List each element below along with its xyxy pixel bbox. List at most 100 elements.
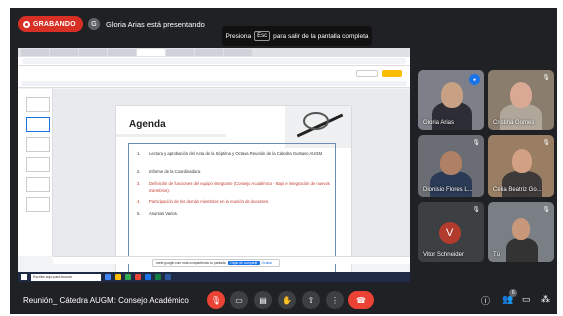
presenter-avatar: G	[88, 18, 100, 30]
agenda-box: 1. Lectura y aprobación del Acta de la S…	[128, 143, 336, 273]
browser-tab	[21, 49, 49, 56]
end-call-button[interactable]: ☎	[348, 291, 374, 309]
agenda-text: Asuntos Varios.	[149, 211, 179, 216]
participant-video	[440, 151, 462, 175]
slide-thumbnail	[26, 137, 50, 152]
chat-button[interactable]: ▭	[522, 294, 531, 305]
mic-off-icon: 🎙	[542, 207, 550, 213]
participant-name: Célia Beatriz Go...	[493, 187, 542, 193]
agenda-number: 1.	[137, 151, 141, 156]
participant-name: Vitor Schneider	[423, 252, 464, 258]
taskbar-app-icon	[105, 274, 111, 280]
hint-text-before: Presiona	[225, 32, 252, 40]
agenda-item: 2. Informe de la Coordinadora.	[137, 168, 333, 175]
people-button[interactable]: 👥 6	[502, 289, 518, 305]
agenda-number: 3.	[137, 181, 141, 186]
recording-indicator[interactable]: GRABANDO	[18, 16, 83, 32]
agenda-item: 3. Definición de funciones del equipo in…	[137, 180, 333, 194]
slide-title: Agenda	[129, 119, 166, 130]
agenda-text: Lectura y aprobación del Acta de la Sépt…	[149, 151, 324, 156]
slide-thumbnail-selected	[26, 117, 50, 132]
taskbar-app-icon	[135, 274, 141, 280]
chat-icon: ▭	[522, 294, 531, 304]
stop-sharing-button: Dejar de compartir	[228, 261, 260, 265]
title-band	[116, 134, 226, 137]
present-button[interactable]: ⇧	[302, 291, 320, 309]
presenter-banner: G Gloria Arias está presentando	[88, 16, 205, 32]
taskbar-app-icon	[145, 274, 151, 280]
hide-notice-button: Ocultar	[261, 261, 273, 265]
agenda-item: 1. Lectura y aprobación del Acta de la S…	[137, 150, 333, 157]
participant-name: Gloria Arias	[423, 120, 455, 126]
participant-video	[441, 82, 463, 108]
taskbar-app-icon	[125, 274, 131, 280]
agenda-item: 4. Participación de los demás miembros e…	[137, 198, 333, 205]
browser-tab-active	[137, 49, 165, 56]
mic-off-icon: 🎙	[472, 140, 480, 146]
shared-screen: Agenda 1. Lectura y aprobación del Acta …	[18, 48, 410, 282]
windows-taskbar: Escribe aquí para buscar	[18, 272, 410, 282]
agenda-number: 2.	[137, 169, 141, 174]
participant-name: Tú	[493, 252, 501, 258]
participant-tile[interactable]: V 🎙 Vitor Schneider	[418, 202, 484, 262]
browser-tab	[50, 49, 78, 56]
mic-button[interactable]: 🎙	[207, 291, 225, 309]
windows-start-icon	[21, 274, 27, 280]
mic-off-icon: 🎙	[210, 295, 222, 305]
info-icon: ⓘ	[481, 296, 491, 306]
browser-tab-bar	[18, 48, 410, 57]
record-icon	[23, 20, 30, 28]
slide-thumbnail	[26, 197, 50, 212]
participant-tile[interactable]: 🎙 Célia Beatriz Go...	[488, 135, 554, 197]
agenda-item: 5. Asuntos Varios.	[137, 210, 333, 217]
recording-label: GRABANDO	[33, 20, 76, 28]
browser-tab	[224, 49, 252, 56]
participant-video	[502, 171, 542, 197]
slide-thumbnail	[26, 97, 50, 112]
mic-off-icon: 🎙	[542, 75, 550, 81]
esc-key: Esc	[254, 31, 271, 41]
meeting-title: Reunión_ Cátedra AUGM: Consejo Académico	[23, 296, 189, 305]
captions-button[interactable]: ▤	[254, 291, 272, 309]
taskbar-app-icon	[155, 274, 161, 280]
url-field	[22, 58, 406, 64]
captions-icon: ▤	[259, 295, 267, 305]
fullscreen-hint: Presiona Esc para salir de la pantalla c…	[222, 26, 372, 46]
browser-address-bar	[18, 57, 410, 66]
more-options-button[interactable]: ⋮	[326, 291, 344, 309]
meet-window: GRABANDO G Gloria Arias está presentando…	[10, 8, 557, 314]
participant-tile-self[interactable]: 🎙 Tú	[488, 202, 554, 262]
agenda-number: 4.	[137, 199, 141, 204]
info-button[interactable]: ⓘ	[481, 294, 490, 307]
slides-present-button	[356, 70, 378, 77]
pen-glasses-image	[285, 106, 351, 148]
hint-text-after: para salir de la pantalla completa	[273, 32, 369, 40]
slide-thumbnail	[26, 157, 50, 172]
slides-share-button	[382, 70, 402, 77]
participant-video	[506, 238, 538, 262]
participant-tile[interactable]: ● Gloria Arias	[418, 70, 484, 130]
participant-tile[interactable]: 🎙 Dionisio Flores L...	[418, 135, 484, 197]
participant-name: Dionisio Flores L...	[423, 187, 473, 193]
slides-header	[18, 66, 410, 88]
agenda-number: 5.	[137, 211, 141, 216]
participant-tile[interactable]: 🎙 Cristina Gomes	[488, 70, 554, 130]
activities-icon: ⁂	[541, 294, 550, 304]
participant-video	[512, 218, 530, 240]
mic-off-icon: 🎙	[542, 140, 550, 146]
slide-thumbnail	[26, 177, 50, 192]
taskbar-app-icon	[165, 274, 171, 280]
agenda-text: Definición de funciones del equipo integ…	[149, 181, 330, 193]
speaking-icon: ●	[469, 74, 480, 85]
agenda-text: Participación de los demás miembros en l…	[149, 199, 270, 204]
camera-button[interactable]: ▭	[230, 291, 248, 309]
raise-hand-button[interactable]: ✋	[278, 291, 296, 309]
people-count-badge: 6	[509, 289, 518, 297]
browser-tab	[79, 49, 107, 56]
slide-thumbnails	[18, 89, 53, 256]
activities-button[interactable]: ⁂	[541, 294, 550, 305]
end-call-icon: ☎	[356, 295, 366, 305]
taskbar-search: Escribe aquí para buscar	[31, 273, 101, 281]
participant-video	[510, 82, 532, 108]
browser-tab	[166, 49, 194, 56]
